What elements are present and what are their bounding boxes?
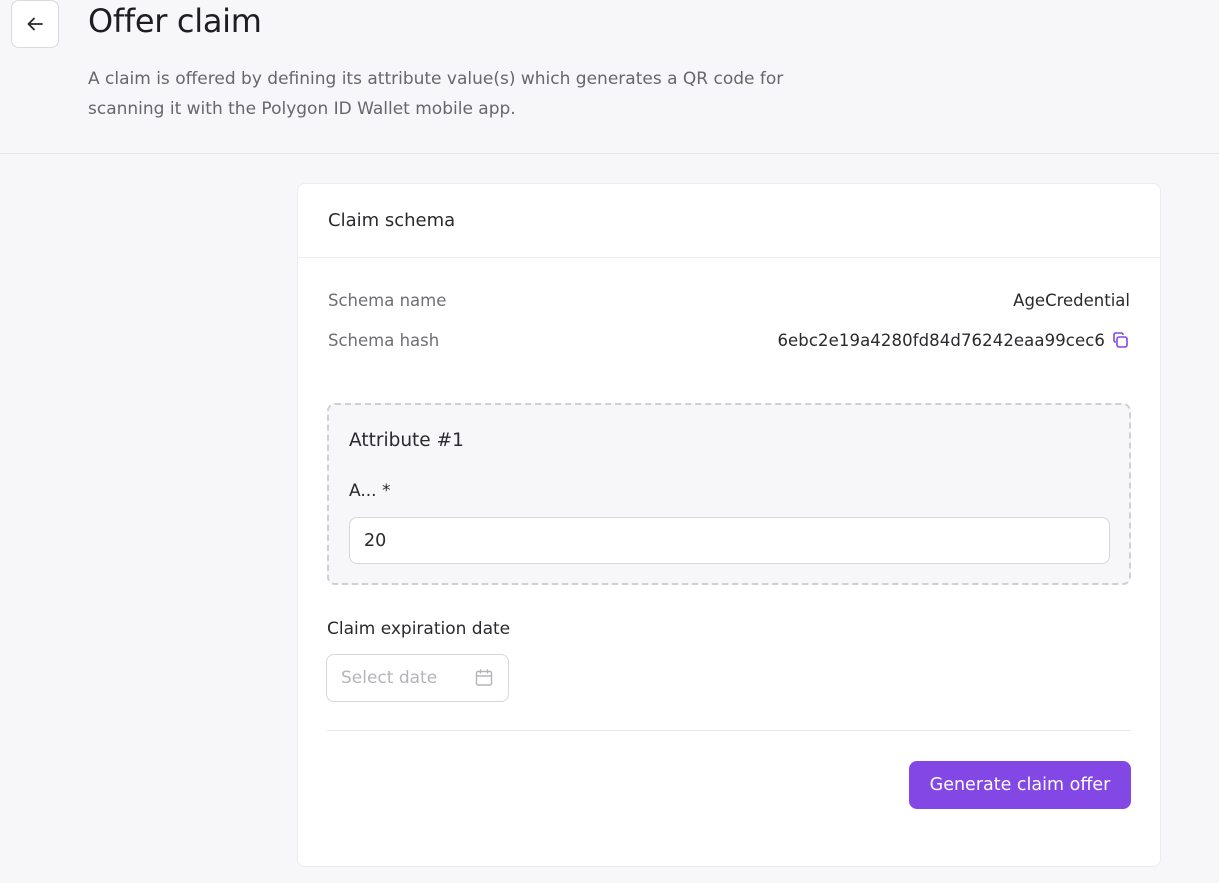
copy-icon[interactable]: [1111, 331, 1130, 350]
arrow-left-icon: [27, 17, 43, 31]
calendar-icon: [475, 669, 493, 686]
page-title: Offer claim: [88, 2, 262, 40]
schema-hash-label: Schema hash: [328, 330, 440, 350]
card-header: Claim schema: [298, 184, 1160, 258]
claim-schema-card: Claim schema Schema name AgeCredential S…: [297, 183, 1161, 867]
attribute-box: Attribute #1 A... *: [327, 403, 1131, 585]
divider: [327, 730, 1131, 731]
schema-name-label: Schema name: [328, 290, 447, 310]
card-title: Claim schema: [328, 210, 456, 231]
attribute-value-input[interactable]: [349, 517, 1110, 564]
page-description: A claim is offered by defining its attri…: [88, 69, 784, 119]
schema-name-value: AgeCredential: [1013, 290, 1130, 310]
attribute-field-label: A... *: [349, 481, 391, 501]
expiration-date-picker[interactable]: Select date: [326, 654, 509, 702]
schema-name-row: Schema name AgeCredential: [328, 288, 1130, 312]
schema-hash-value: 6ebc2e19a4280fd84d76242eaa99cec6: [777, 330, 1105, 350]
attribute-title: Attribute #1: [349, 430, 464, 451]
schema-hash-group: 6ebc2e19a4280fd84d76242eaa99cec6: [777, 331, 1130, 350]
generate-claim-offer-button[interactable]: Generate claim offer: [909, 761, 1131, 809]
schema-hash-row: Schema hash 6ebc2e19a4280fd84d76242eaa99…: [328, 328, 1130, 352]
back-button[interactable]: [11, 0, 59, 48]
date-placeholder: Select date: [341, 668, 438, 688]
page-header: Offer claim A claim is offered by defini…: [0, 0, 1219, 154]
expiration-date-label: Claim expiration date: [327, 619, 511, 639]
